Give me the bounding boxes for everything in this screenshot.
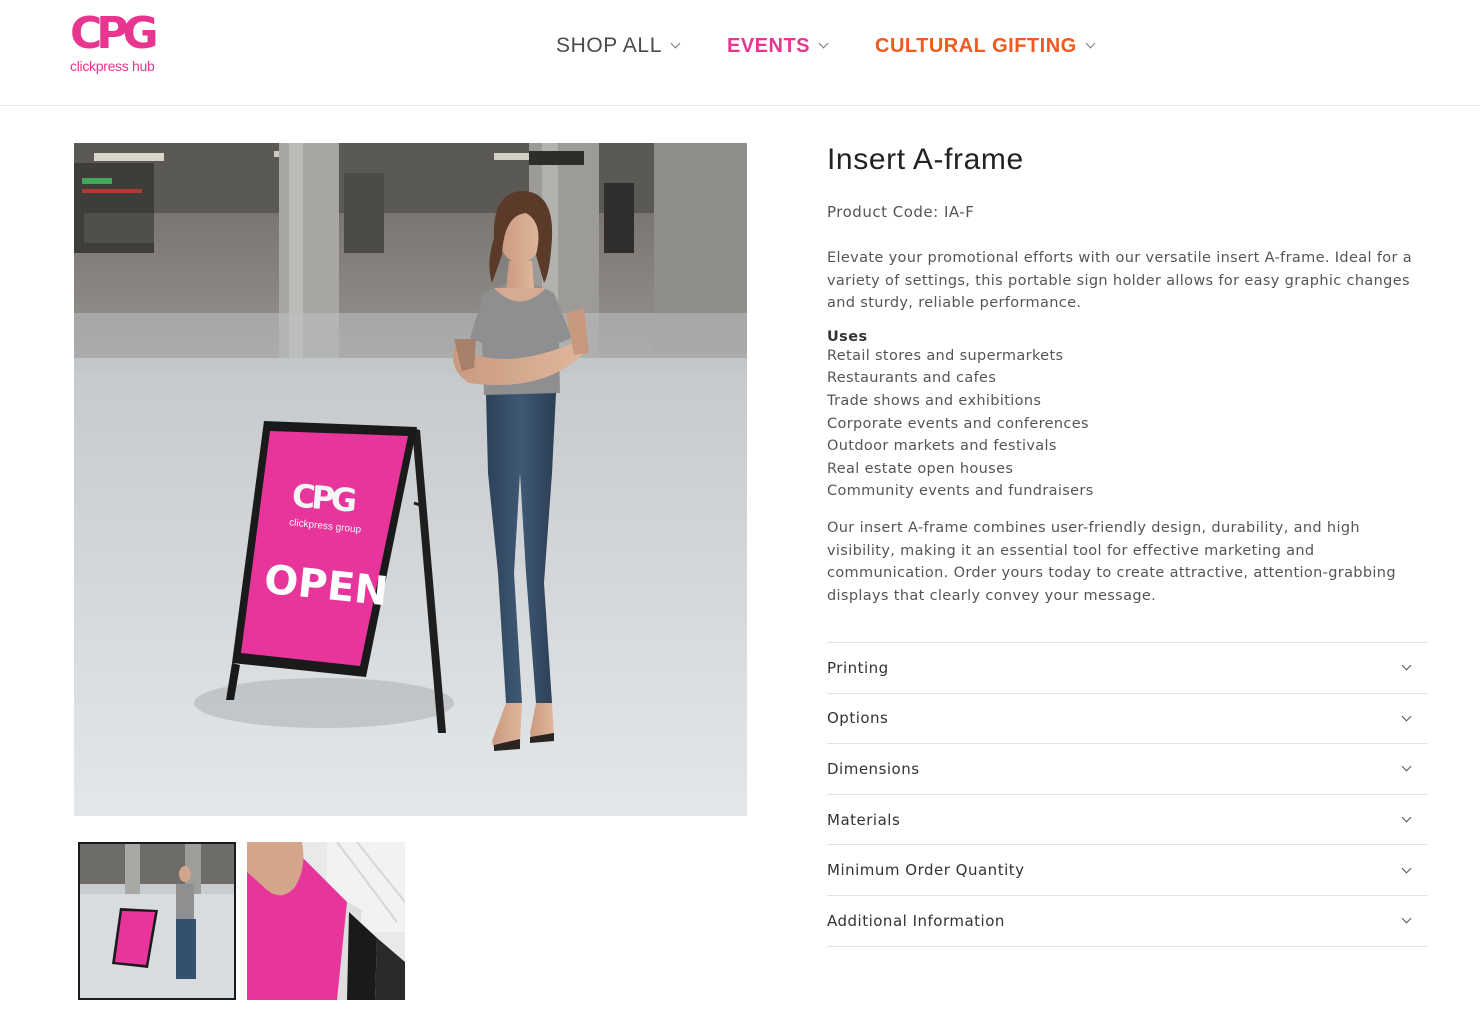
- nav-events-label: EVENTS: [726, 34, 811, 57]
- accordion-additional-information[interactable]: Additional Information: [827, 896, 1428, 947]
- nav-cultural-gifting[interactable]: CULTURAL GIFTING: [875, 34, 1096, 58]
- product-description: Elevate your promotional efforts with ou…: [827, 250, 1413, 312]
- list-item: Outdoor markets and festivals: [827, 438, 1057, 455]
- chevron-down-icon: [818, 38, 829, 49]
- list-item: Retail stores and supermarkets: [827, 347, 1064, 364]
- nav-shop-all-label: SHOP ALL: [556, 34, 662, 57]
- nav-events[interactable]: EVENTS: [726, 34, 829, 58]
- uses-heading: Uses: [827, 328, 868, 345]
- accordion-label: Dimensions: [827, 759, 920, 778]
- product-code: Product Code: IA-F: [827, 203, 975, 221]
- product-outro: Our insert A-frame combines user-friendl…: [827, 519, 1396, 604]
- accordion-dimensions[interactable]: Dimensions: [827, 744, 1428, 795]
- chevron-down-icon: [1401, 913, 1412, 924]
- list-item: Real estate open houses: [827, 460, 1014, 477]
- accordion-printing[interactable]: Printing: [827, 643, 1428, 694]
- chevron-down-icon: [1401, 660, 1412, 671]
- logo-mark: CPG: [70, 8, 159, 59]
- accordion-materials[interactable]: Materials: [827, 795, 1428, 846]
- accordion-label: Printing: [827, 658, 889, 677]
- chevron-down-icon: [1401, 762, 1412, 772]
- chevron-down-icon: [1401, 711, 1412, 722]
- chevron-down-icon: [670, 38, 681, 49]
- product-accordion: Printing Options Dimensions Materials Mi…: [827, 642, 1428, 947]
- main-nav: SHOP ALL EVENTS CULTURAL GIFTING: [556, 34, 1142, 58]
- brand-logo[interactable]: CPG clickpress hub: [70, 12, 170, 82]
- product-main-image[interactable]: CPG clickpress group OPEN: [74, 143, 747, 816]
- thumbnail-2-image: [247, 842, 405, 1000]
- thumbnail-1[interactable]: [78, 842, 236, 1000]
- logo-subtitle: clickpress hub: [70, 58, 155, 74]
- accordion-label: Materials: [827, 810, 901, 829]
- accordion-options[interactable]: Options: [827, 694, 1428, 745]
- list-item: Community events and fundraisers: [827, 483, 1094, 500]
- list-item: Trade shows and exhibitions: [827, 392, 1042, 409]
- product-info: Insert A-frame Product Code: IA-F Elevat…: [827, 143, 1428, 607]
- chevron-down-icon: [1401, 863, 1412, 874]
- thumbnail-1-image: [80, 844, 234, 998]
- thumbnail-2[interactable]: [247, 842, 405, 1000]
- nav-cultural-gifting-label: CULTURAL GIFTING: [875, 34, 1077, 57]
- chevron-down-icon: [1085, 38, 1096, 49]
- product-title: Insert A-frame: [827, 143, 1024, 176]
- chevron-down-icon: [1401, 812, 1412, 823]
- list-item: Corporate events and conferences: [827, 415, 1089, 432]
- accordion-label: Minimum Order Quantity: [827, 861, 1025, 880]
- person-figure: [452, 191, 589, 751]
- site-header: CPG clickpress hub SHOP ALL EVENTS CULTU…: [0, 0, 1480, 106]
- accordion-label: Options: [827, 709, 889, 728]
- accordion-minimum-order-quantity[interactable]: Minimum Order Quantity: [827, 845, 1428, 896]
- uses-list: Retail stores and supermarkets Restauran…: [827, 345, 1428, 503]
- nav-shop-all[interactable]: SHOP ALL: [556, 34, 681, 58]
- list-item: Restaurants and cafes: [827, 370, 997, 387]
- accordion-label: Additional Information: [827, 911, 1005, 930]
